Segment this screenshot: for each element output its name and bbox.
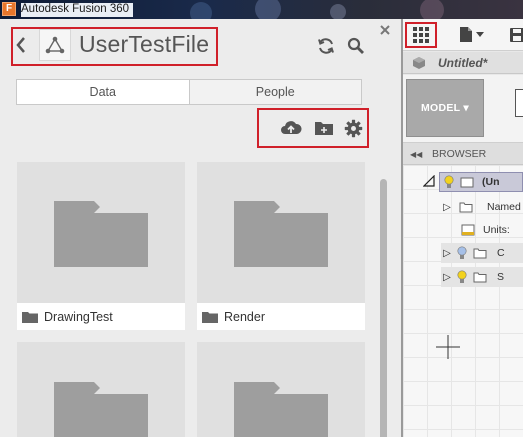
gear-icon[interactable] [344, 119, 363, 138]
expand-triangle-icon[interactable]: ▷ [441, 248, 453, 259]
tab-data[interactable]: Data [17, 80, 190, 104]
search-icon[interactable] [347, 37, 365, 55]
close-icon[interactable] [378, 23, 392, 37]
folder-icon [473, 248, 487, 258]
application-toolbar [403, 19, 523, 51]
refresh-icon[interactable] [316, 36, 336, 56]
project-icon [39, 29, 71, 61]
window-title-bar: F Autodesk Fusion 360 [0, 0, 523, 24]
folder-thumbnail [197, 162, 365, 303]
folder-thumbnail [17, 162, 185, 303]
browser-tree: (Un ▷ Named Units: ▷ C ▷ S [403, 165, 523, 437]
folder-thumbnail [17, 342, 185, 437]
component-cube-icon [413, 57, 425, 69]
tree-label: S [497, 271, 505, 283]
cloud-upload-icon[interactable] [280, 119, 302, 137]
folder-thumbnail [197, 342, 365, 437]
folder-icon [54, 200, 148, 267]
folder-icon [234, 382, 328, 437]
workspace-model-button[interactable]: MODEL ▾ [406, 79, 484, 137]
ribbon-tool-button[interactable] [515, 89, 523, 117]
browser-header[interactable]: ◀◀ BROWSER [403, 143, 523, 165]
new-folder-icon[interactable] [314, 120, 334, 136]
fusion-workspace: Untitled* MODEL ▾ ◀◀ BROWSER (Un ▷ Named… [403, 19, 523, 437]
folder-name: Render [224, 309, 265, 324]
tree-row-units[interactable]: Units: [461, 220, 523, 240]
expand-triangle-icon[interactable]: ▷ [441, 272, 453, 283]
folder-icon [234, 200, 328, 267]
visibility-bulb-icon[interactable] [457, 246, 467, 260]
folder-card[interactable] [197, 342, 365, 437]
folder-name: DrawingTest [44, 309, 113, 324]
browser-label: BROWSER [432, 148, 487, 160]
ribbon: MODEL ▾ [403, 75, 523, 143]
origin-crosshair-icon [436, 335, 460, 359]
tree-row-s[interactable]: ▷ S [441, 267, 523, 287]
units-ruler-icon [461, 224, 475, 236]
fusion-app-icon: F [2, 2, 16, 16]
save-icon[interactable] [509, 27, 523, 43]
visibility-bulb-icon[interactable] [444, 175, 454, 189]
document-tab[interactable]: Untitled* [403, 52, 523, 74]
document-name: Untitled* [438, 56, 488, 70]
tab-people[interactable]: People [190, 80, 362, 104]
tree-label: Named [487, 201, 521, 213]
folder-card[interactable]: DrawingTest [17, 162, 185, 330]
folder-icon [459, 202, 473, 212]
folder-card[interactable]: Render [197, 162, 365, 330]
chevron-down-icon[interactable] [476, 32, 484, 37]
data-panel-grid-icon[interactable] [412, 26, 430, 44]
folder-icon [54, 382, 148, 437]
folder-icon [473, 272, 487, 282]
folder-card[interactable] [17, 342, 185, 437]
data-panel: UserTestFile Data People DrawingTest Ren… [0, 19, 401, 437]
small-folder-icon [22, 311, 38, 323]
tree-root-row[interactable]: (Un [439, 172, 523, 192]
tree-root-label: (Un [482, 176, 500, 188]
small-folder-icon [202, 311, 218, 323]
folder-caption: Render [197, 303, 365, 330]
visibility-bulb-icon[interactable] [457, 270, 467, 284]
project-graph-icon [45, 36, 65, 54]
collapse-icon[interactable]: ◀◀ [410, 150, 422, 159]
scrollbar-thumb[interactable] [380, 179, 387, 437]
window-title: Autodesk Fusion 360 [21, 3, 134, 17]
data-people-tabs: Data People [16, 79, 362, 105]
tree-row-c[interactable]: ▷ C [441, 243, 523, 263]
expand-triangle-icon[interactable]: ▷ [441, 202, 453, 213]
tree-row-named-views[interactable]: ▷ Named [441, 197, 523, 217]
file-menu-icon[interactable] [459, 26, 473, 43]
component-icon [460, 177, 474, 187]
tree-label: C [497, 247, 505, 259]
folder-caption: DrawingTest [17, 303, 185, 330]
expanded-triangle-icon[interactable] [423, 175, 435, 187]
back-arrow-icon[interactable] [14, 34, 28, 56]
tree-label: Units: [483, 224, 510, 236]
project-title: UserTestFile [79, 31, 210, 57]
